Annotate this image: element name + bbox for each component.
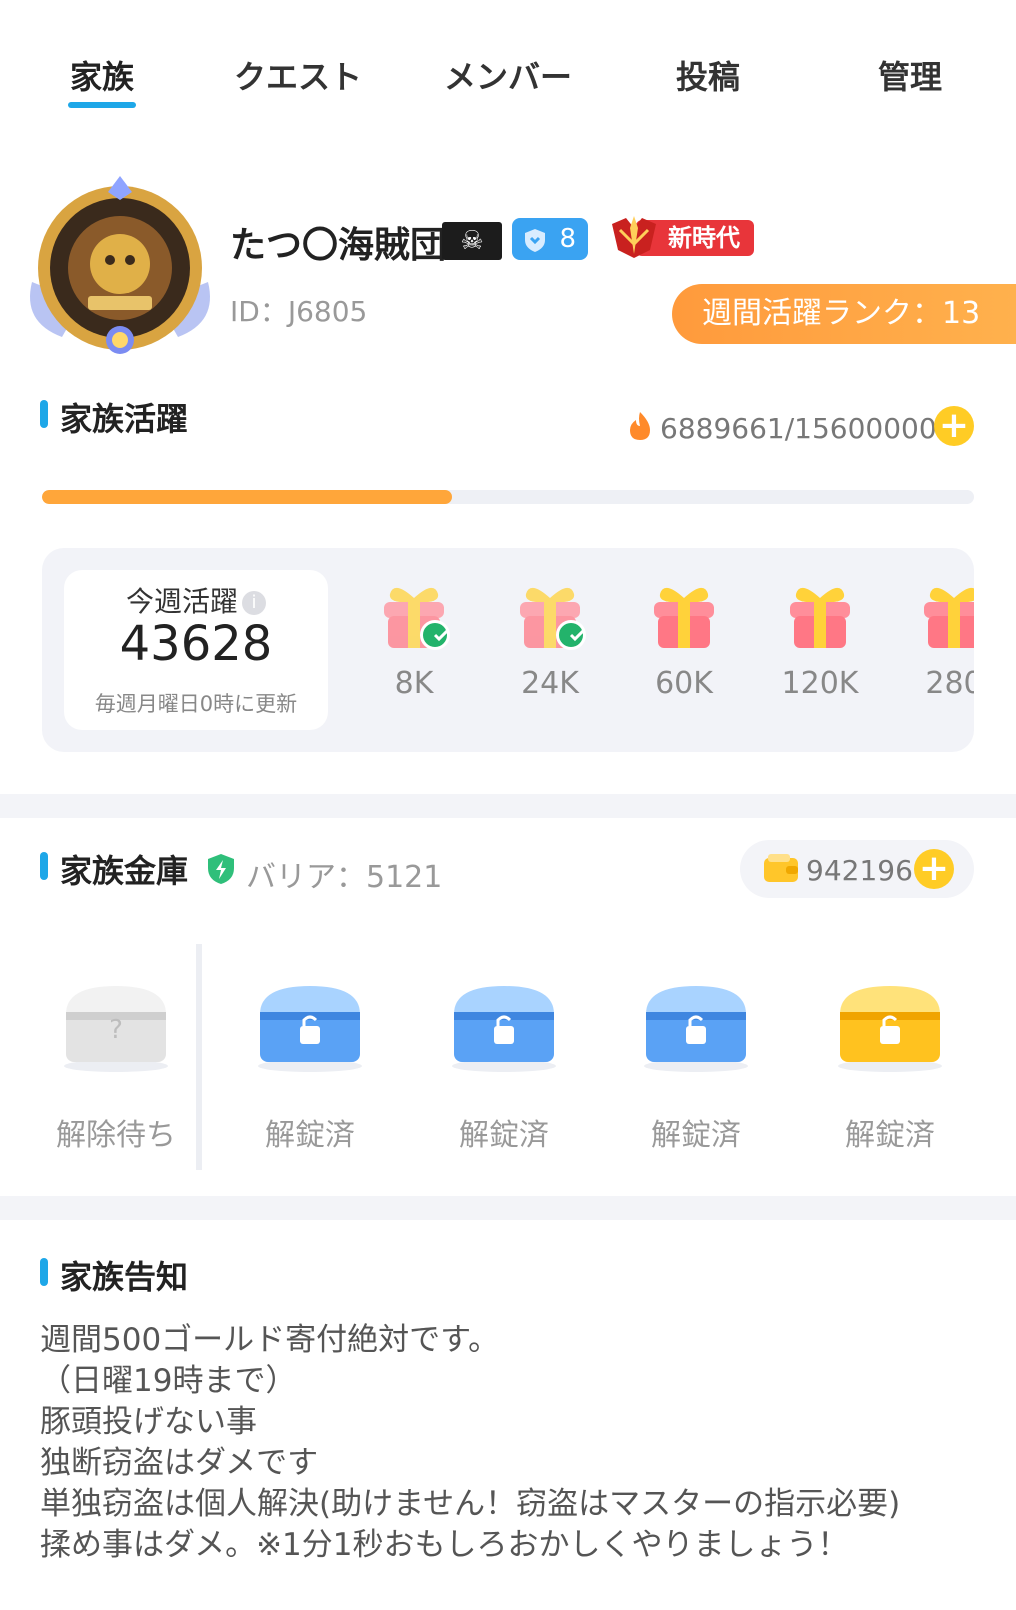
reward-gift[interactable]: 120K bbox=[780, 580, 860, 720]
section-accent-bar bbox=[40, 1258, 48, 1286]
reward-gift[interactable]: 24K bbox=[510, 580, 590, 720]
gift-box-icon bbox=[924, 587, 974, 648]
vault-section-title: 家族金庫 bbox=[60, 852, 189, 890]
activity-add-button[interactable]: + bbox=[934, 406, 974, 446]
top-tab-bar: 家族 クエスト メンバー 投稿 管理 bbox=[0, 0, 1016, 120]
vault-chest[interactable] bbox=[250, 974, 370, 1074]
claimed-check-icon bbox=[420, 620, 450, 650]
barrier-shield-icon bbox=[208, 854, 234, 884]
info-icon[interactable]: i bbox=[242, 591, 266, 615]
chest-status-label: 解錠済 bbox=[459, 1118, 549, 1153]
reward-threshold-label: 8K bbox=[394, 666, 434, 701]
emblem-icon bbox=[30, 176, 210, 354]
pirate-flag-icon: ☠ bbox=[442, 222, 502, 260]
this-week-label: 今週活躍 bbox=[125, 585, 238, 618]
claimed-check-icon bbox=[556, 620, 586, 650]
gift-box-icon bbox=[654, 587, 714, 648]
family-name: たつ〇海賊団 bbox=[230, 225, 447, 266]
treasure-chest-icon bbox=[838, 986, 942, 1072]
notice-body: 週間500ゴールド寄付絶対です。 （日曜19時まで） 豚頭投げない事独断窃盗はダメで… bbox=[40, 1320, 1000, 1566]
crest-icon bbox=[612, 216, 656, 258]
notice-line: 単独窃盗は個人解決(助けません！窃盗はマスターの指示必要) bbox=[40, 1486, 901, 1522]
weekly-rank-button[interactable]: 週間活躍ランク：13 bbox=[672, 284, 1016, 344]
notice-line: 豚頭投げない事 bbox=[40, 1404, 257, 1440]
vault-separator bbox=[196, 944, 202, 1170]
this-week-card: 今週活躍 i 43628 毎週月曜日0時に更新 bbox=[64, 570, 328, 730]
vault-chest[interactable] bbox=[444, 974, 564, 1074]
svg-text:?: ? bbox=[109, 1015, 123, 1045]
treasure-chest-icon: ? bbox=[64, 986, 168, 1072]
family-emblem[interactable] bbox=[22, 172, 218, 368]
vault-chest[interactable] bbox=[830, 974, 950, 1074]
this-week-value: 43628 bbox=[119, 616, 273, 672]
era-badge: 新時代 bbox=[606, 214, 754, 260]
update-note: 毎週月曜日0時に更新 bbox=[94, 692, 298, 716]
tab-family[interactable]: 家族 bbox=[58, 52, 146, 96]
reward-threshold-label: 120K bbox=[781, 666, 859, 701]
activity-section-title: 家族活躍 bbox=[60, 400, 189, 438]
tab-quest[interactable]: クエスト bbox=[222, 52, 374, 96]
vault-chest[interactable]: ? bbox=[56, 974, 176, 1074]
section-divider bbox=[0, 794, 1016, 818]
reward-gift[interactable]: 8K bbox=[374, 580, 454, 720]
shield-icon bbox=[525, 229, 545, 252]
treasure-chest-icon bbox=[258, 986, 362, 1072]
reward-threshold-label: 24K bbox=[521, 666, 579, 701]
family-level: 8 bbox=[559, 224, 576, 254]
activity-progress-bar bbox=[42, 490, 974, 504]
gift-box-icon bbox=[790, 587, 850, 648]
notice-line: （日曜19時まで） bbox=[40, 1363, 297, 1399]
family-level-badge: 8 bbox=[512, 218, 588, 260]
tab-manage[interactable]: 管理 bbox=[870, 52, 950, 96]
vault-add-button[interactable]: + bbox=[914, 849, 954, 889]
chest-status-label: 解錠済 bbox=[265, 1118, 355, 1153]
section-divider bbox=[0, 1196, 1016, 1220]
section-accent-bar bbox=[40, 400, 48, 428]
treasure-chest-icon bbox=[452, 986, 556, 1072]
activity-progress-fill bbox=[42, 490, 453, 504]
barrier-value: バリア：5121 bbox=[246, 860, 443, 895]
active-tab-indicator bbox=[68, 102, 136, 108]
treasure-chest-icon bbox=[644, 986, 748, 1072]
weekly-reward-panel: 今週活躍 i 43628 毎週月曜日0時に更新 8K 24K 60K 120K 280 bbox=[42, 548, 974, 752]
this-week-label-row: 今週活躍 i bbox=[64, 580, 328, 620]
chest-status-label: 解錠済 bbox=[651, 1118, 741, 1153]
reward-gift[interactable]: 60K bbox=[644, 580, 724, 720]
wallet-icon bbox=[764, 854, 798, 882]
vault-gold-amount: 942196 bbox=[806, 854, 913, 887]
notice-line: 独断窃盗はダメです bbox=[40, 1445, 319, 1481]
section-accent-bar bbox=[40, 852, 48, 880]
tab-posts[interactable]: 投稿 bbox=[668, 52, 748, 96]
activity-points: 6889661/15600000 bbox=[660, 412, 937, 445]
notice-line: 週間500ゴールド寄付絶対です。 bbox=[40, 1322, 500, 1358]
notice-line: 揉め事はダメ。※1分1秒おもしろおかしくやりましょう！ bbox=[40, 1527, 849, 1563]
fire-icon bbox=[630, 412, 650, 440]
chest-status-label: 解除待ち bbox=[56, 1118, 176, 1153]
reward-threshold-label: 280 bbox=[925, 666, 974, 701]
reward-gift[interactable]: 280 bbox=[914, 580, 974, 720]
vault-chest[interactable] bbox=[636, 974, 756, 1074]
notice-section-title: 家族告知 bbox=[60, 1258, 189, 1296]
chest-status-label: 解錠済 bbox=[845, 1118, 935, 1153]
tab-members[interactable]: メンバー bbox=[428, 52, 588, 96]
family-id: ID：J6805 bbox=[230, 295, 368, 328]
reward-threshold-label: 60K bbox=[655, 666, 713, 701]
